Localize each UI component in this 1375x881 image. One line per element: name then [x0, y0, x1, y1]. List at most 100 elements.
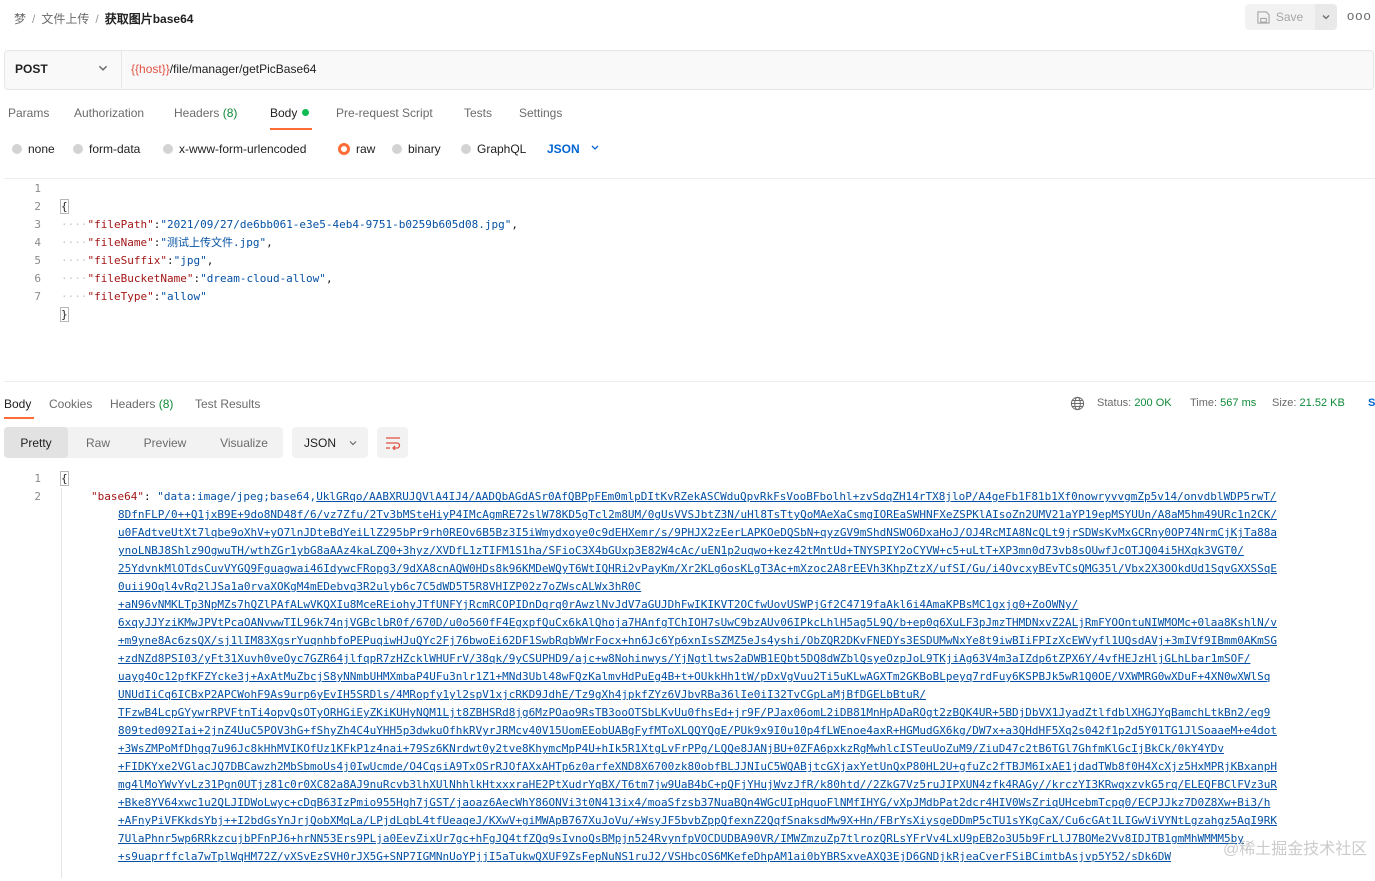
- base64-line[interactable]: 7UlaPhnr5wp6RRkzcujbPFnPJ6+hrNN53Ers9PLj…: [118, 830, 1375, 848]
- request-body-code[interactable]: { ····"filePath":"2021/09/27/de6bb061-e3e…: [60, 180, 518, 342]
- url-path: /file/manager/getPicBase64: [169, 62, 317, 76]
- response-format-select[interactable]: JSON: [292, 427, 368, 458]
- base64-line[interactable]: +s9uaprffcla7wTplWqHM72Z/vXSvEzSVH0rJX5G…: [118, 848, 1375, 866]
- open-brace: {: [60, 471, 69, 486]
- base64-line[interactable]: +AFnyPiVFKkdsYbj++I2bdGsYnJrjQobXMqLa/LP…: [118, 812, 1375, 830]
- base64-line[interactable]: +Bke8YV64xwc1u2QLJIDWoLwyc+cDqB63IzPmio9…: [118, 794, 1375, 812]
- resp-tab-test-results[interactable]: Test Results: [195, 397, 260, 411]
- radio-binary[interactable]: binary: [392, 142, 441, 156]
- more-options-button[interactable]: ooo: [1347, 8, 1372, 23]
- indent: ····: [61, 254, 88, 267]
- radio-graphql[interactable]: GraphQL: [461, 142, 526, 156]
- radio-circle: [73, 144, 83, 154]
- response-status[interactable]: Status: 200 OK: [1097, 397, 1172, 409]
- base64-line[interactable]: 0uii9Oql4vRq2lJSa1a0rvaXOKgM4mEDebvq3R2u…: [118, 578, 1375, 596]
- base64-line[interactable]: +zdNZd8PSI03/yFt31Xuvh0veOyc7GZR64jlfqpR…: [118, 650, 1375, 668]
- chevron-down-icon: [98, 65, 108, 71]
- tab-tests[interactable]: Tests: [464, 106, 492, 120]
- view-visualize-button[interactable]: Visualize: [206, 427, 282, 458]
- resp-tab-cookies[interactable]: Cookies: [49, 397, 92, 411]
- indent: ····: [61, 272, 88, 285]
- response-open-brace: {: [60, 470, 69, 488]
- radio-raw[interactable]: raw: [338, 142, 375, 156]
- save-options-button[interactable]: [1315, 4, 1337, 30]
- breadcrumb-folder[interactable]: 文件上传: [41, 12, 89, 26]
- headers-count: (8): [222, 106, 238, 120]
- tab-pre-request-script[interactable]: Pre-request Script: [336, 106, 433, 120]
- radio-none-label: none: [28, 142, 55, 156]
- base64-line[interactable]: 8DfnFLP/0++Q1jxB9E+9do8ND48f/6/vz7Zfu/2T…: [118, 506, 1375, 524]
- wrap-lines-button[interactable]: [377, 427, 408, 458]
- request-title[interactable]: 获取图片base64: [105, 12, 194, 26]
- view-pretty-button[interactable]: Pretty: [4, 427, 68, 458]
- request-line-numbers: 1 2 3 4 5 6 7: [21, 180, 41, 306]
- base64-line[interactable]: 25YdvnkMlOTdsCuvVYGQ9Fguagwai46IdywcFRop…: [118, 560, 1375, 578]
- url-input[interactable]: {{host}}/file/manager/getPicBase64: [131, 62, 316, 76]
- tab-params[interactable]: Params: [8, 106, 49, 120]
- json-key: "filePath": [87, 218, 154, 231]
- tab-headers[interactable]: Headers (8): [174, 106, 237, 120]
- size-value: 21.52 KB: [1299, 397, 1345, 409]
- radio-urlencoded[interactable]: x-www-form-urlencoded: [163, 142, 306, 156]
- line-number: 1: [34, 472, 41, 485]
- chevron-down-icon: [591, 145, 599, 150]
- base64-line[interactable]: +aN96vNMKLTp3NpMZs7hQZlPAfALwVKQXIu8MceR…: [118, 596, 1375, 614]
- base64-line[interactable]: +FIDKYxe2VGlacJQ7DBCawzh2MbSbmoUs4j0IwUc…: [118, 758, 1375, 776]
- breadcrumb-separator: /: [95, 12, 99, 26]
- status-label: Status:: [1097, 397, 1132, 409]
- base64-line[interactable]: 809ted092Iai+2jnZ4UuC5POV3hG+fShyZh4C4uY…: [118, 722, 1375, 740]
- tab-headers-label: Headers: [174, 106, 220, 120]
- code-line: }: [60, 306, 518, 324]
- code-line: ····"filePath":"2021/09/27/de6bb061-e3e5…: [61, 218, 518, 231]
- tab-body[interactable]: Body: [270, 106, 310, 120]
- json-value: "jpg": [173, 254, 207, 267]
- radio-circle-selected: [338, 143, 350, 155]
- radio-form-data[interactable]: form-data: [73, 142, 140, 156]
- save-response-button[interactable]: S: [1368, 397, 1375, 409]
- line-number: 5: [34, 254, 41, 267]
- view-preview-button[interactable]: Preview: [130, 427, 200, 458]
- time-label: Time:: [1190, 397, 1218, 409]
- json-key: "fileSuffix": [87, 254, 167, 267]
- code-line: {: [60, 198, 518, 216]
- radio-binary-label: binary: [408, 142, 441, 156]
- comma: ,: [206, 254, 214, 267]
- base64-line[interactable]: u0FAdtveUtXt7lqbe9oXhV+yO7lnJDteBdYeiLlZ…: [118, 524, 1375, 542]
- tab-authorization[interactable]: Authorization: [74, 106, 144, 120]
- comma: ,: [325, 272, 333, 285]
- tab-settings[interactable]: Settings: [519, 106, 562, 120]
- method-select[interactable]: POST: [4, 50, 122, 88]
- json-key: "base64": [91, 490, 144, 503]
- resp-tab-headers[interactable]: Headers (8): [110, 397, 173, 411]
- base64-line[interactable]: uayg4Oc12pfKFZYcke3j+AxAtMuZbcjS8yNNmbUH…: [118, 668, 1375, 686]
- radio-none[interactable]: none: [12, 142, 55, 156]
- save-icon: [1257, 10, 1270, 24]
- base64-link[interactable]: UklGRqo/AABXRUJQVlA4IJ4/AADQbAGdASr0AfQB…: [316, 490, 1276, 503]
- base64-line[interactable]: UNUdIiCq6ICBxP2APCWohF9As9urp6yEvIH5SRDl…: [118, 686, 1375, 704]
- url-variable: {{host}}: [131, 62, 170, 76]
- response-time[interactable]: Time: 567 ms: [1190, 397, 1256, 409]
- resp-tab-headers-label: Headers: [110, 397, 156, 411]
- resp-headers-count: (8): [158, 397, 174, 411]
- resp-tab-body[interactable]: Body: [4, 397, 31, 411]
- breadcrumb-root[interactable]: 梦: [14, 12, 26, 26]
- response-size[interactable]: Size: 21.52 KB: [1272, 397, 1345, 409]
- base64-line[interactable]: mg4lMoYWvYvLz31Pgn0UTjz81c0r0XC82a8AJ9nu…: [118, 776, 1375, 794]
- chevron-down-icon: [349, 440, 357, 445]
- base64-line[interactable]: +3WsZMPoMfDhgq7u96Jc8kHhMVIKOfUz1KFkP1z4…: [118, 740, 1375, 758]
- save-button[interactable]: Save: [1245, 4, 1315, 30]
- json-value: "2021/09/27/de6bb061-e3e5-4eb4-9751-b025…: [160, 218, 512, 231]
- tab-body-label: Body: [270, 106, 298, 120]
- line-number: 3: [34, 218, 41, 231]
- base64-line[interactable]: 6xqyJJYziKMwJPVtPcaOANvwwTIL96k74njVGBcl…: [118, 614, 1375, 632]
- line-number: 7: [34, 290, 41, 303]
- globe-icon[interactable]: [1070, 396, 1085, 411]
- body-format-select[interactable]: JSON: [547, 142, 601, 156]
- base64-line[interactable]: ynoLNBJ8Shlz9OgwuTH/wthZGr1ybG8aAAz4kaLZ…: [118, 542, 1375, 560]
- base64-line[interactable]: TFzwB4LcpGYywrRPVFtnTi4opvQsOTyORHGiEyZK…: [118, 704, 1375, 722]
- watermark: @稀土掘金技术社区: [1223, 841, 1368, 858]
- indent: ····: [61, 290, 88, 303]
- view-raw-button[interactable]: Raw: [72, 427, 124, 458]
- json-key: "fileBucketName": [87, 272, 194, 285]
- base64-line[interactable]: +m9yne8Ac6zsQX/sj1lIM83XgsrYuqnhbfoPEPuq…: [118, 632, 1375, 650]
